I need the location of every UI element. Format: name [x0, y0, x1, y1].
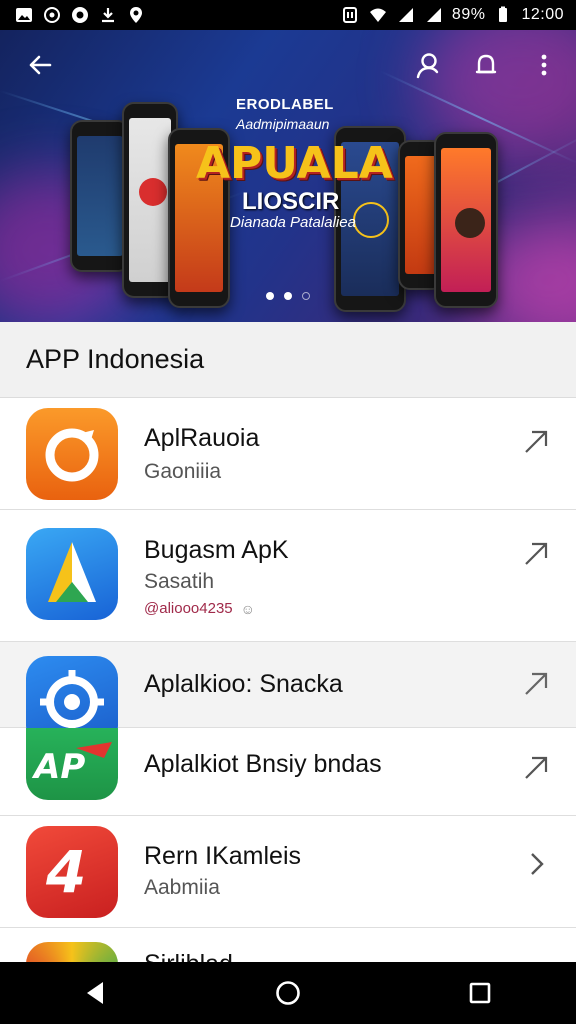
carousel-dot[interactable]: [284, 292, 292, 300]
red-four-icon: 4: [26, 826, 118, 918]
hero-toolbar: [0, 30, 576, 100]
carousel-indicator: [266, 292, 310, 300]
circle-home-icon: [276, 981, 300, 1005]
app-list-item[interactable]: AplRauoia Gaoniiia: [0, 398, 576, 510]
hero-brand-line2: LIOSCIR: [242, 188, 340, 215]
app-meta-text: @aliooo4235: [144, 600, 233, 617]
nav-back-button[interactable]: [66, 968, 126, 1018]
circle-app-icon: [70, 6, 90, 24]
app-title: Aplalkioo: Snacka: [144, 670, 343, 698]
bell-icon: [475, 54, 497, 74]
app-subtitle: Sasatih: [144, 570, 215, 593]
gallery-icon: [14, 6, 34, 24]
open-external-icon[interactable]: [522, 428, 550, 456]
back-button[interactable]: [22, 47, 58, 83]
triangle-back-icon: [87, 982, 103, 1004]
signal-2-icon: [424, 6, 444, 24]
app-list-item[interactable]: 4 Rern IKamleis Aabmiia: [0, 816, 576, 928]
profile-button[interactable]: [410, 47, 446, 83]
open-external-icon[interactable]: [522, 670, 550, 698]
user-icon: [416, 53, 439, 79]
square-recents-icon: [469, 982, 491, 1004]
green-ap-icon: AP: [26, 728, 118, 800]
arrow-left-icon: [29, 55, 52, 75]
open-external-icon[interactable]: [522, 754, 550, 782]
hero-brand-title: APUALA: [196, 138, 393, 189]
battery-icon: [493, 6, 513, 24]
app-title: Rern IKamleis: [144, 842, 301, 870]
battery-percent: 89%: [451, 6, 486, 23]
section-title: APP Indonesia: [26, 344, 205, 374]
location-icon: [126, 6, 146, 24]
app-meta: @aliooo4235 ☺: [144, 600, 255, 617]
smile-icon: ☺: [240, 600, 255, 617]
phone-mockup: [434, 132, 498, 308]
overflow-menu-button[interactable]: [526, 47, 562, 83]
wifi-icon: [368, 6, 388, 24]
hero-brand-sub: Aadmipimaaun: [236, 116, 330, 132]
whatsapp-icon: [42, 6, 62, 24]
signal-icon: [396, 6, 416, 24]
carousel-dot[interactable]: [266, 292, 274, 300]
download-icon: [98, 6, 118, 24]
notifications-button[interactable]: [468, 47, 504, 83]
app-subtitle: Aabmiia: [144, 876, 220, 899]
blue-arrow-icon: [26, 528, 118, 620]
svg-text:AP: AP: [31, 747, 85, 787]
chevron-right-icon[interactable]: [522, 850, 550, 878]
svg-text:4: 4: [45, 838, 86, 906]
nav-home-button[interactable]: [258, 968, 318, 1018]
app-title: AplRauoia: [144, 424, 260, 452]
app-list-item[interactable]: Bugasm ApK Sasatih @aliooo4235 ☺: [0, 510, 576, 642]
app-list-item[interactable]: AP Aplalkiot Bnsiy bndas: [0, 728, 576, 816]
clock: 12:00: [521, 6, 564, 23]
app-subtitle: Gaoniiia: [144, 460, 222, 483]
nav-recents-button[interactable]: [450, 968, 510, 1018]
phone-mockup: [70, 120, 130, 272]
open-external-icon[interactable]: [522, 540, 550, 568]
navigation-bar: [0, 962, 576, 1024]
status-system: 89% 12:00: [340, 6, 564, 24]
hero-banner[interactable]: ERODLABEL Aadmipimaaun APUALA LIOSCIR Di…: [0, 30, 576, 322]
carousel-dot[interactable]: [302, 292, 310, 300]
app-list-item[interactable]: Aplalkioo: Snacka: [0, 642, 576, 748]
section-header: APP Indonesia: [0, 322, 576, 398]
hero-brand-line3: Dianada Patalaliea: [230, 214, 356, 231]
more-vertical-icon: [541, 54, 547, 76]
status-bar: 89% 12:00: [0, 0, 576, 30]
status-notifications: [14, 6, 146, 24]
orange-ring-icon: [26, 408, 118, 500]
nfc-icon: [340, 6, 360, 24]
app-title: Aplalkiot Bnsiy bndas: [144, 750, 382, 778]
app-title: Bugasm ApK: [144, 536, 289, 564]
